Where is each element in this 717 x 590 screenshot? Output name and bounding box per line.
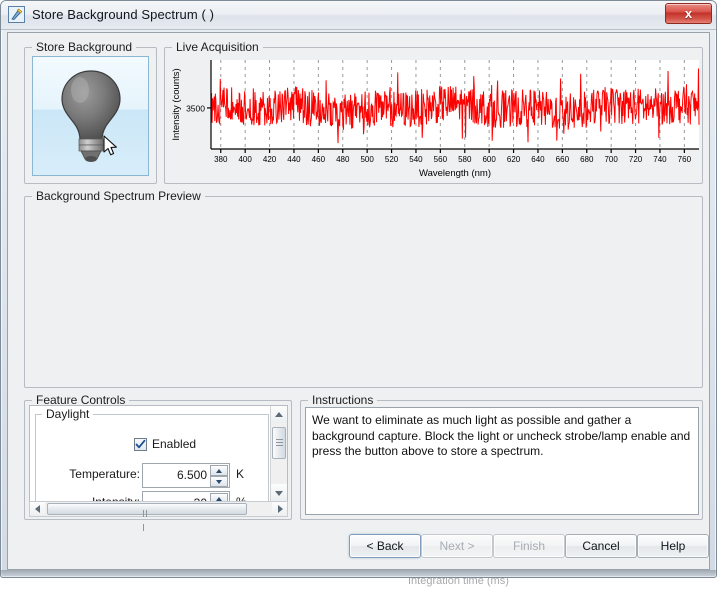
- store-background-legend: Store Background: [32, 40, 137, 54]
- temperature-label: Temperature:: [69, 467, 140, 481]
- svg-text:480: 480: [336, 155, 350, 164]
- store-background-button[interactable]: [32, 56, 149, 176]
- background-page-bleed: Integration time (ms): [0, 578, 717, 590]
- daylight-enabled-row: Enabled: [36, 437, 270, 457]
- svg-text:660: 660: [556, 155, 570, 164]
- next-button: Next >: [421, 534, 493, 558]
- instructions-group: Instructions We want to eliminate as muc…: [300, 393, 703, 520]
- svg-text:580: 580: [458, 155, 472, 164]
- instructions-legend: Instructions: [308, 393, 378, 407]
- svg-text:380: 380: [214, 155, 228, 164]
- horizontal-scroll-thumb[interactable]: [47, 503, 247, 531]
- svg-text:520: 520: [385, 155, 399, 164]
- close-icon[interactable]: x: [665, 3, 712, 24]
- scroll-up-icon[interactable]: [271, 406, 287, 423]
- svg-text:680: 680: [580, 155, 594, 164]
- svg-text:500: 500: [360, 155, 374, 164]
- svg-text:720: 720: [629, 155, 643, 164]
- svg-text:600: 600: [482, 155, 496, 164]
- temperature-row: Temperature: 6.500 K: [36, 463, 270, 489]
- instructions-text: We want to eliminate as much light as po…: [305, 407, 699, 515]
- feature-controls-group: Feature Controls Daylight Enabled Temper…: [24, 393, 292, 531]
- daylight-section-legend: Daylight: [42, 407, 94, 421]
- temperature-increment-button[interactable]: [210, 465, 228, 476]
- svg-text:740: 740: [653, 155, 667, 164]
- window-title: Store Background Spectrum ( ): [32, 7, 215, 22]
- help-button[interactable]: Help: [637, 534, 709, 558]
- wizard-wand-icon: [8, 6, 25, 23]
- svg-text:640: 640: [531, 155, 545, 164]
- finish-button: Finish: [493, 534, 565, 558]
- close-glyph: x: [684, 6, 693, 21]
- svg-text:560: 560: [434, 155, 448, 164]
- temperature-spinbox[interactable]: 6.500: [142, 463, 230, 488]
- live-spectrum-chart: 3500 380 400 420 440 460 480 500 520 540 560 580 600…: [171, 60, 700, 179]
- svg-text:540: 540: [409, 155, 423, 164]
- svg-text:Intensity (counts): Intensity (counts): [171, 68, 182, 140]
- cancel-button[interactable]: Cancel: [565, 534, 637, 558]
- temperature-unit: K: [236, 467, 245, 481]
- temperature-decrement-button[interactable]: [210, 476, 228, 487]
- scroll-right-icon[interactable]: [272, 502, 287, 516]
- background-ghost-text: Integration time (ms): [408, 578, 509, 587]
- lightbulb-icon: [52, 66, 130, 166]
- live-acquisition-group: Live Acquisition 3500 380 400 420 440 460 480 5…: [164, 40, 703, 184]
- feature-controls-panel: Daylight Enabled Temperature: 6.500 K In…: [29, 405, 288, 502]
- daylight-enabled-label: Enabled: [152, 437, 197, 451]
- daylight-enabled-checkbox[interactable]: [134, 438, 147, 451]
- back-button[interactable]: < Back: [349, 534, 421, 558]
- dialog-window: Store Background Spectrum ( ) x Store Ba…: [0, 0, 717, 578]
- feature-controls-horizontal-scrollbar[interactable]: [29, 501, 288, 531]
- svg-text:700: 700: [604, 155, 618, 164]
- scroll-left-icon[interactable]: [30, 502, 45, 516]
- daylight-section: Daylight Enabled Temperature: 6.500 K In…: [35, 407, 270, 501]
- dialog-button-bar: < Back Next > Finish Cancel Help: [8, 534, 709, 560]
- temperature-stepper: [210, 465, 228, 488]
- svg-text:440: 440: [287, 155, 301, 164]
- feature-controls-vertical-scrollbar[interactable]: [270, 406, 287, 501]
- dialog-content: Store Background Live Acquisition 3500 3…: [7, 32, 710, 570]
- vertical-scroll-thumb[interactable]: [272, 427, 286, 459]
- scroll-thumb-grip: [143, 506, 151, 531]
- background-spectrum-preview-legend: Background Spectrum Preview: [32, 189, 205, 203]
- svg-text:420: 420: [263, 155, 277, 164]
- svg-text:3500: 3500: [186, 103, 205, 113]
- svg-text:460: 460: [312, 155, 326, 164]
- svg-text:620: 620: [507, 155, 521, 164]
- scroll-down-icon[interactable]: [271, 484, 287, 501]
- svg-text:400: 400: [238, 155, 252, 164]
- background-spectrum-preview-group: Background Spectrum Preview: [24, 189, 703, 388]
- svg-text:760: 760: [678, 155, 692, 164]
- svg-text:Wavelength (nm): Wavelength (nm): [419, 168, 491, 179]
- scroll-thumb-grip: [276, 439, 283, 447]
- title-bar: Store Background Spectrum ( ) x: [1, 1, 716, 30]
- store-background-group: Store Background: [24, 40, 157, 184]
- temperature-value: 6.500: [176, 468, 207, 482]
